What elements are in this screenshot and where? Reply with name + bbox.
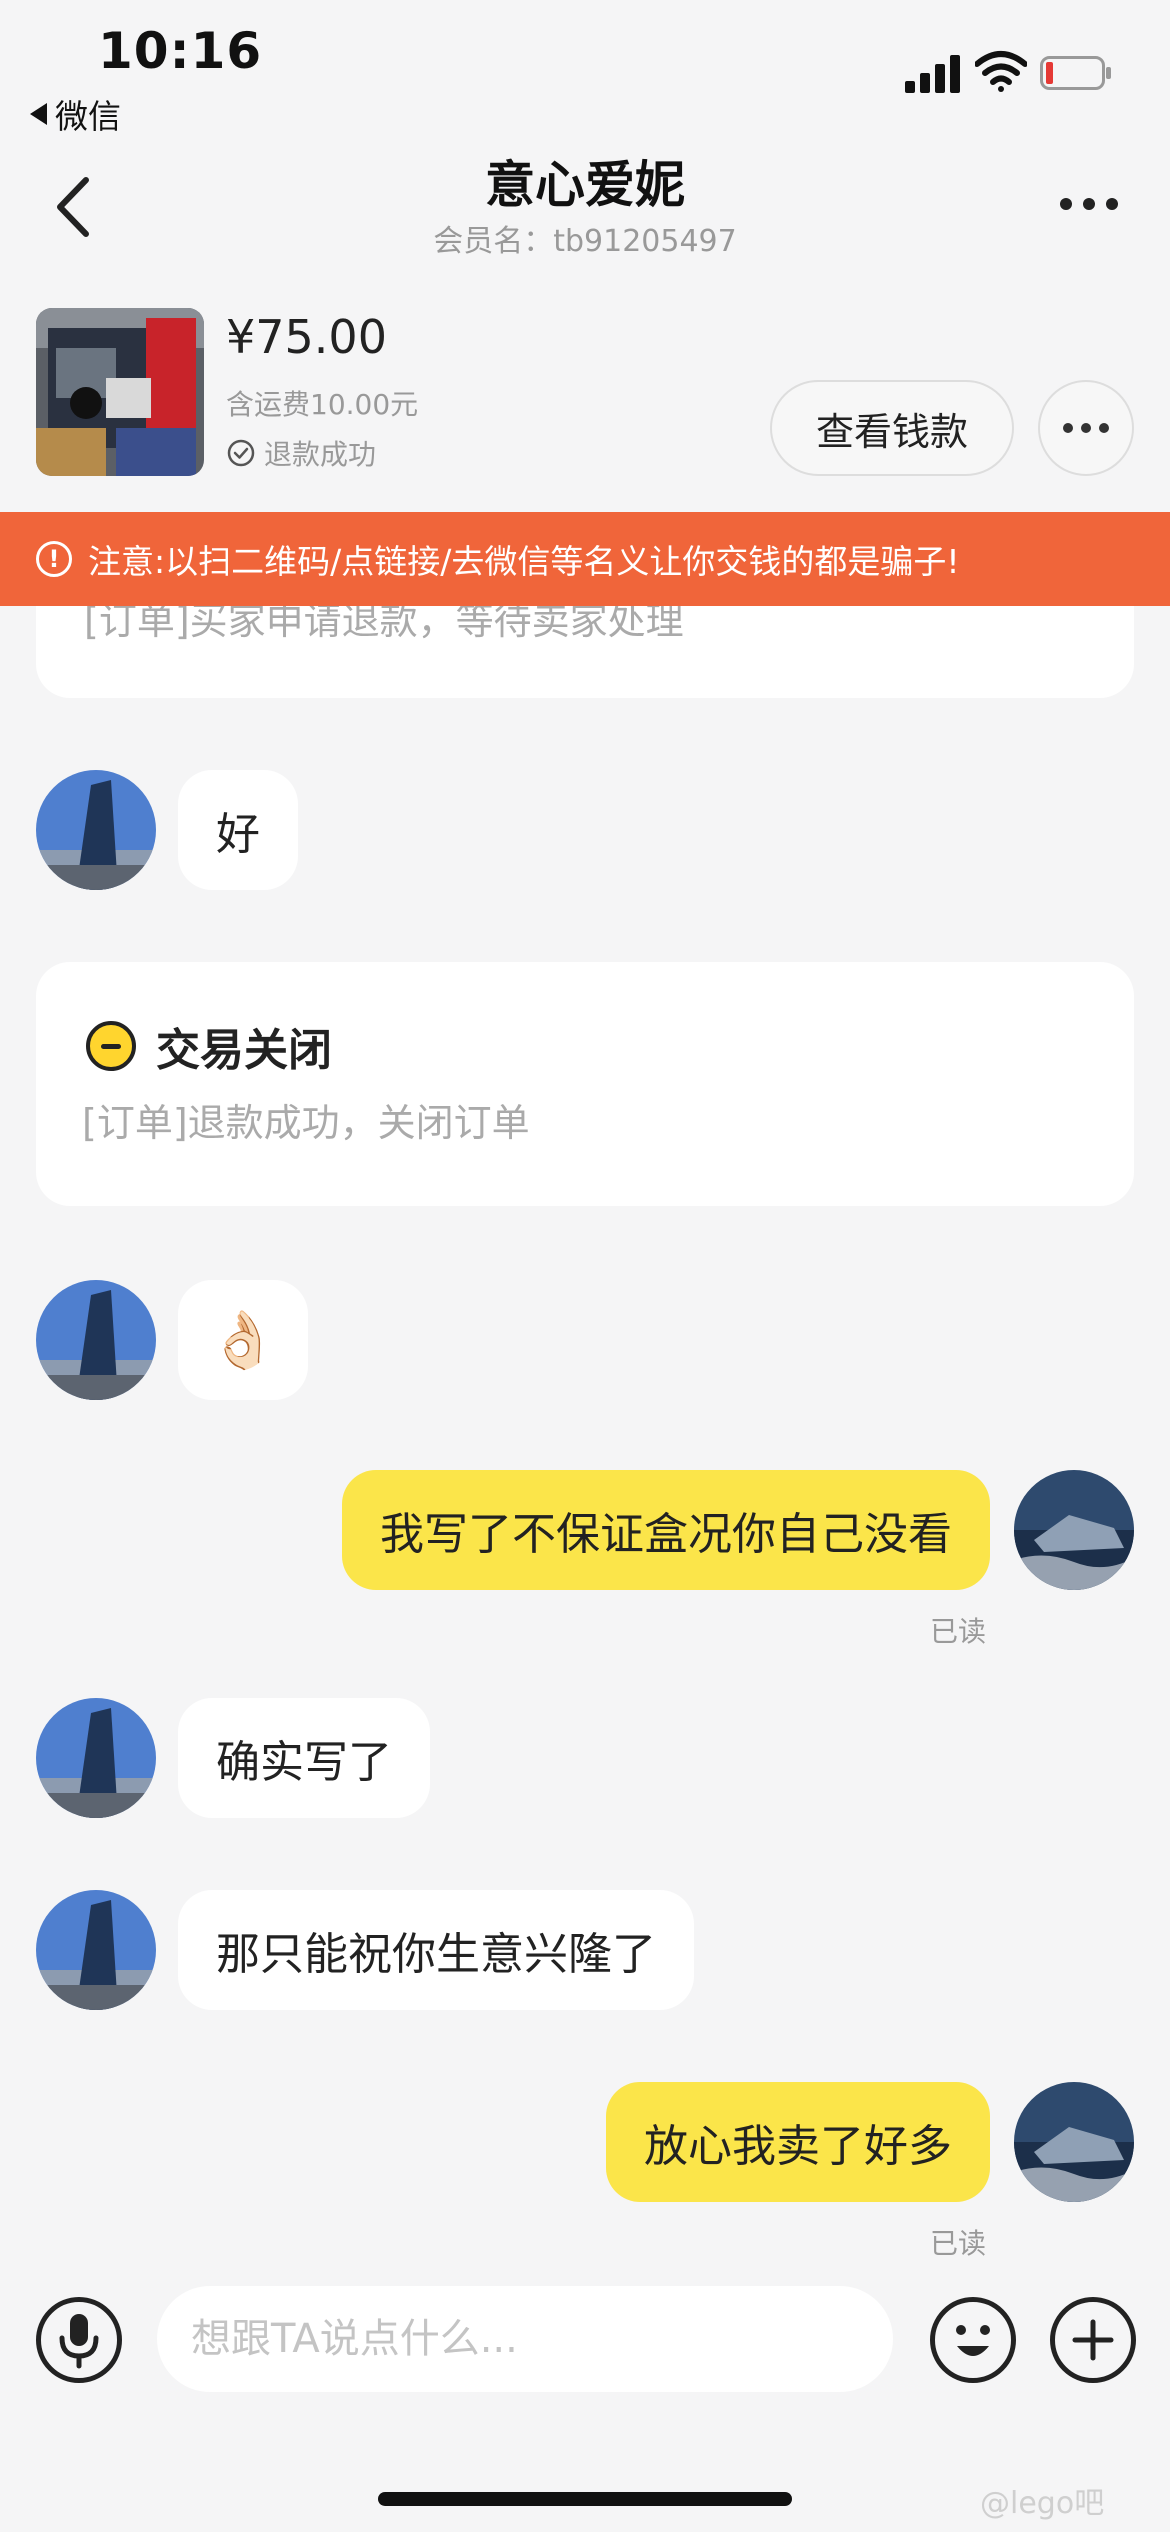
back-app-label: 微信	[55, 97, 121, 136]
message-bubble[interactable]: 好	[178, 770, 298, 890]
avatar-other[interactable]	[36, 1890, 156, 2010]
status-time: 10:16	[98, 22, 263, 80]
avatar-self[interactable]	[1014, 1470, 1134, 1590]
microphone-icon[interactable]	[36, 2297, 122, 2383]
back-to-app[interactable]: 微信	[30, 90, 121, 138]
avatar-other[interactable]	[36, 1280, 156, 1400]
smiley-icon[interactable]	[930, 2297, 1016, 2383]
view-money-button[interactable]: 查看钱款	[770, 380, 1014, 476]
member-name: 会员名：tb91205497	[433, 224, 737, 259]
trade-closed-title: 交易关闭	[156, 1025, 332, 1076]
watermark: @lego吧	[980, 2486, 1105, 2521]
message-input-wrap[interactable]	[157, 2286, 893, 2392]
message-input[interactable]	[157, 2286, 893, 2392]
product-more-button[interactable]	[1038, 380, 1134, 476]
shipping-fee: 含运费10.00元	[226, 388, 419, 421]
refund-status-label: 退款成功	[264, 438, 377, 471]
read-status: 已读	[930, 2227, 987, 2260]
home-indicator[interactable]	[378, 2492, 792, 2506]
avatar-self[interactable]	[1014, 2082, 1134, 2202]
more-dots-icon[interactable]	[1060, 198, 1118, 210]
product-thumbnail[interactable]	[36, 308, 204, 476]
check-circle-icon	[227, 439, 255, 467]
wifi-icon	[975, 51, 1027, 92]
trade-closed-detail: [订单]退款成功，关闭订单	[82, 1101, 530, 1145]
minus-circle-icon	[86, 1021, 136, 1071]
my-message-bubble[interactable]: 我写了不保证盒况你自己没看	[342, 1470, 990, 1590]
fraud-warning-banner: ! 注意:以扫二维码/点链接/去微信等名义让你交钱的都是骗子!	[0, 512, 1170, 606]
cellular-signal-icon	[905, 55, 960, 93]
battery-icon	[1040, 56, 1111, 90]
product-price: ¥75.00	[226, 310, 387, 364]
warning-text: 注意:以扫二维码/点链接/去微信等名义让你交钱的都是骗子!	[88, 542, 960, 581]
avatar-other[interactable]	[36, 770, 156, 890]
plus-circle-icon[interactable]	[1050, 2297, 1136, 2383]
avatar-other[interactable]	[36, 1698, 156, 1818]
read-status: 已读	[930, 1615, 987, 1648]
message-bubble[interactable]: 那只能祝你生意兴隆了	[178, 1890, 694, 2010]
trade-closed-card[interactable]: 交易关闭 [订单]退款成功，关闭订单	[36, 962, 1134, 1206]
message-bubble[interactable]: 确实写了	[178, 1698, 430, 1818]
chat-title: 意心爱妮	[485, 156, 685, 214]
emoji-bubble[interactable]: 👌🏻	[178, 1280, 308, 1400]
refund-status: 退款成功	[226, 433, 376, 473]
my-message-bubble[interactable]: 放心我卖了好多	[606, 2082, 990, 2202]
alert-circle-icon: !	[36, 541, 72, 577]
back-triangle-icon	[30, 103, 47, 125]
